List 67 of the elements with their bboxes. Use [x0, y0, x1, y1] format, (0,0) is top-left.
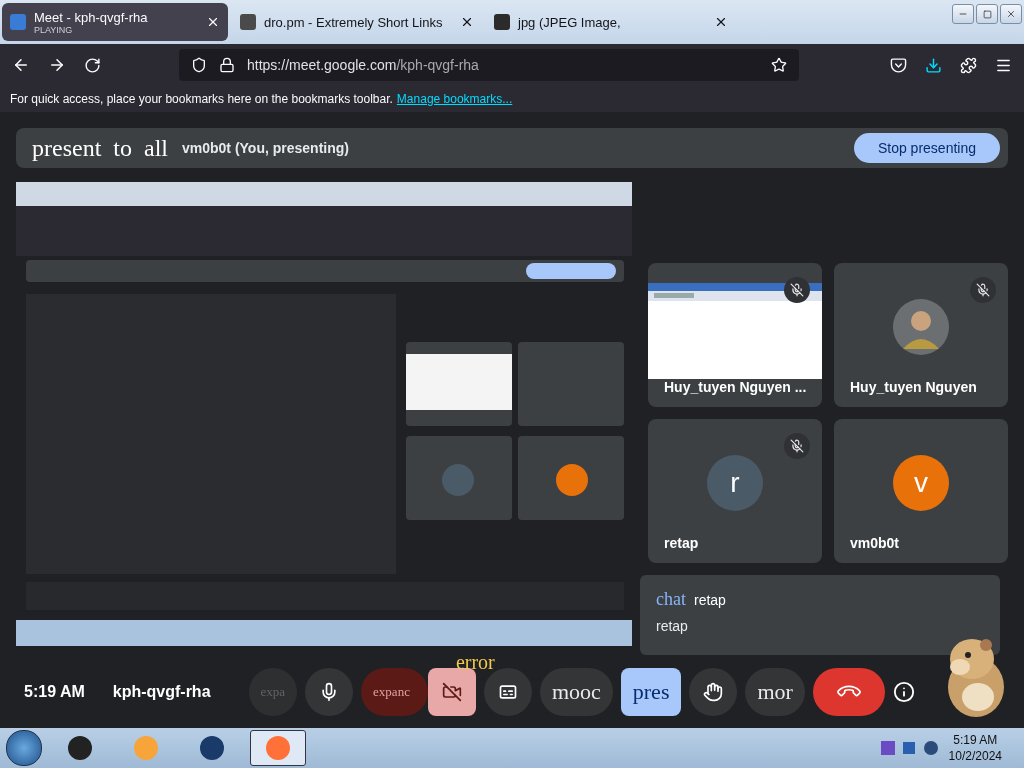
tray-icon — [880, 739, 941, 757]
presenting-title: present to all — [32, 134, 168, 162]
toolbar-button[interactable]: mor — [745, 668, 805, 716]
presenter-name: vm0b0t (You, presenting) — [181, 140, 349, 156]
toolbar-button[interactable]: mooc — [539, 668, 613, 716]
raise-hand-button[interactable] — [689, 668, 738, 716]
close-icon[interactable] — [460, 15, 474, 29]
captions-icon — [497, 682, 518, 702]
hand-icon — [703, 682, 724, 702]
hang-up-button[interactable] — [812, 668, 885, 716]
camera-off-button[interactable] — [427, 668, 476, 716]
minimize-button[interactable] — [952, 4, 974, 24]
manage-bookmarks-link[interactable]: Manage bookmarks... — [396, 92, 513, 106]
close-button[interactable] — [1000, 4, 1022, 24]
close-icon — [1006, 9, 1016, 19]
app-icon — [264, 734, 292, 762]
url-text: https://meet.google.com/kph-qvgf-rha — [247, 57, 480, 73]
forward-icon[interactable] — [48, 56, 66, 74]
tab-title: dro.pm - Extremely Short Links — [264, 14, 444, 30]
bookmark-star-icon[interactable] — [771, 57, 787, 73]
mic-button[interactable] — [305, 668, 354, 716]
shield-icon[interactable] — [191, 57, 207, 73]
lock-icon[interactable] — [219, 57, 235, 73]
extensions-icon[interactable] — [960, 56, 977, 74]
chat-label: chat — [656, 589, 686, 610]
participant-name: Huy_tuyen Nguyen — [850, 379, 977, 395]
app-icon — [132, 734, 160, 762]
close-icon[interactable] — [206, 15, 220, 29]
chat-sender: retap — [694, 592, 726, 608]
app-icon — [198, 734, 226, 762]
maximize-button[interactable] — [976, 4, 998, 24]
taskbar-clock: 5:19 AM 10/2/2024 — [948, 733, 1002, 763]
error-label: error — [455, 652, 495, 672]
close-icon[interactable] — [714, 15, 728, 29]
toolbar-button[interactable]: expanc — [361, 668, 428, 716]
pocket-icon[interactable] — [890, 56, 907, 74]
download-icon[interactable] — [925, 56, 942, 74]
tab-favicon-icon — [10, 14, 26, 30]
app-icon — [66, 734, 94, 762]
tab-favicon-icon — [240, 14, 256, 30]
info-icon[interactable] — [892, 681, 915, 703]
chat-message: retap — [656, 618, 689, 634]
tab-title: Meet - kph-qvgf-rha — [34, 9, 149, 25]
participant-name: Huy_tuyen Nguyen ... — [664, 379, 807, 395]
tab-status: PLAYING — [34, 24, 74, 35]
avatar: r — [707, 455, 763, 511]
toolbar-button[interactable]: pres — [620, 668, 682, 716]
back-icon[interactable] — [12, 56, 30, 74]
taskbar-app[interactable] — [250, 730, 306, 766]
bookmarks-hint: For quick access, place your bookmarks here on the bookmarks toolbar. — [10, 92, 393, 106]
participant-name: retap — [664, 535, 699, 551]
meeting-time: 5:19 AM — [24, 683, 85, 701]
camera-off-icon — [441, 682, 462, 702]
maximize-icon — [982, 9, 992, 19]
participant-name: vm0b0t — [850, 535, 900, 551]
browser-tab[interactable]: jpg (JPEG Image, — [486, 3, 736, 41]
start-button[interactable] — [6, 730, 42, 766]
tab-title: jpg (JPEG Image, — [518, 14, 622, 30]
captions-button[interactable] — [483, 668, 532, 716]
avatar: v — [893, 455, 949, 511]
browser-tab[interactable]: Meet - kph-qvgf-rha PLAYING — [2, 3, 228, 41]
tab-favicon-icon — [494, 14, 510, 30]
browser-tab[interactable]: dro.pm - Extremely Short Links — [232, 3, 482, 41]
reload-icon[interactable] — [84, 56, 101, 74]
stop-presenting-button[interactable]: Stop presenting — [853, 133, 1000, 163]
address-bar[interactable]: https://meet.google.com/kph-qvgf-rha — [179, 49, 799, 81]
meeting-code: kph-qvgf-rha — [112, 683, 211, 701]
